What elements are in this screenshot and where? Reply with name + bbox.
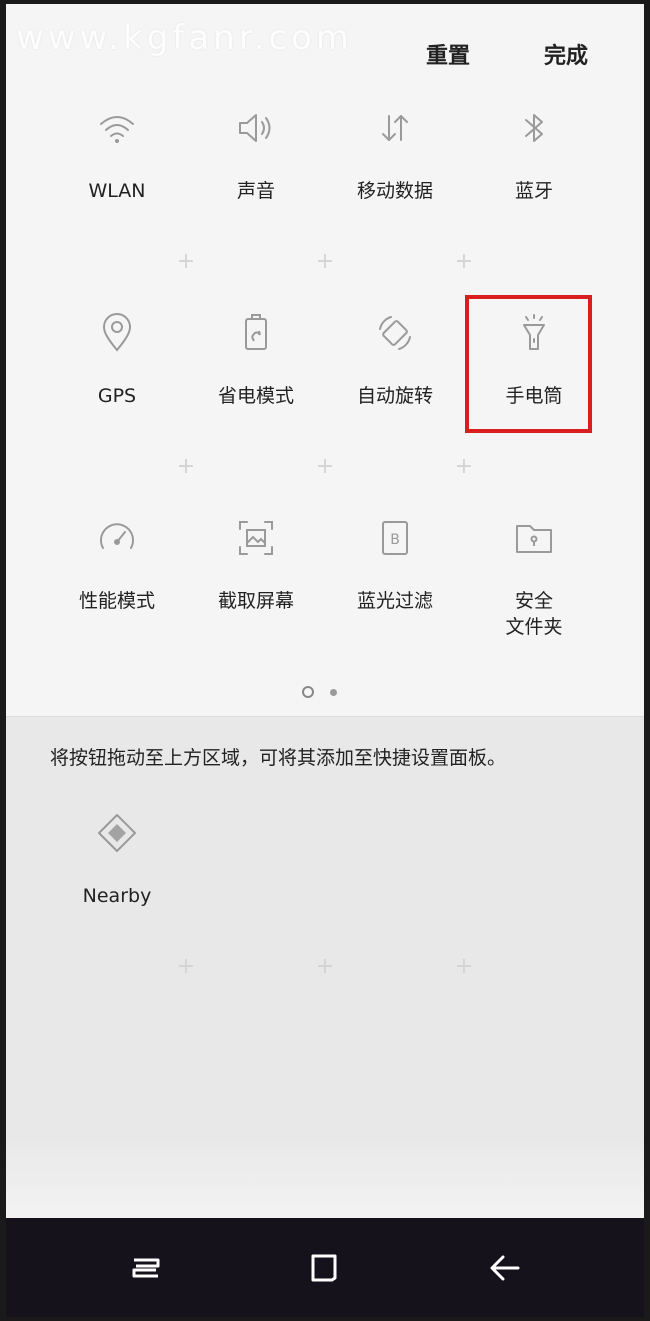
plus-marker: +: [176, 954, 196, 979]
tile-label: 自动旋转: [356, 385, 433, 407]
plus-marker: +: [454, 954, 474, 979]
svg-text:B: B: [390, 532, 400, 548]
reset-button[interactable]: 重置: [426, 38, 470, 70]
tile-wlan[interactable]: WLAN: [52, 104, 182, 204]
tile-label: 蓝光过滤: [356, 590, 433, 612]
available-buttons-drawer: 将按钮拖动至上方区域，可将其添加至快捷设置面板。 Nearby + + +: [6, 716, 644, 1227]
tile-label: 省电模式: [217, 385, 294, 407]
tile-bluetooth[interactable]: 蓝牙: [469, 104, 599, 204]
tile-screenshot[interactable]: 截取屏幕: [191, 514, 321, 614]
bluetooth-icon: [525, 114, 543, 142]
tile-nearby[interactable]: Nearby: [52, 809, 182, 909]
page-dot-current: [302, 686, 314, 698]
tile-label: 移动数据: [356, 180, 433, 202]
tile-gps[interactable]: GPS: [52, 309, 182, 409]
home-icon[interactable]: [304, 1248, 344, 1288]
tile-label: 性能模式: [78, 590, 155, 612]
flashlight-highlight-frame: [465, 295, 592, 433]
plus-marker: +: [315, 954, 335, 979]
page-dot: [330, 689, 337, 696]
auto-rotate-icon: [379, 316, 411, 350]
volume-icon: [239, 114, 271, 142]
tile-label: GPS: [97, 385, 137, 407]
tile-label: 安全 文件夹: [505, 590, 563, 638]
tile-label: WLAN: [88, 180, 146, 202]
tile-label: Nearby: [82, 885, 152, 907]
plus-marker: +: [315, 249, 335, 274]
tile-label: 蓝牙: [514, 180, 553, 202]
tile-label: 截取屏幕: [217, 590, 294, 612]
tile-blue-light-filter[interactable]: B 蓝光过滤: [330, 514, 460, 614]
nearby-icon: [98, 814, 136, 852]
wifi-icon: [100, 116, 134, 143]
mobile-data-icon: [382, 115, 408, 141]
tile-sound[interactable]: 声音: [191, 104, 321, 204]
done-button[interactable]: 完成: [544, 38, 588, 70]
plus-marker: +: [315, 454, 335, 479]
plus-marker: +: [454, 454, 474, 479]
location-pin-icon: [102, 313, 132, 352]
navigation-bar: [6, 1218, 644, 1317]
drawer-fade: [6, 1137, 644, 1227]
back-icon[interactable]: [484, 1248, 524, 1288]
battery-saver-icon: [245, 314, 267, 350]
plus-marker: +: [176, 454, 196, 479]
tile-performance-mode[interactable]: 性能模式: [52, 514, 182, 614]
drag-instruction: 将按钮拖动至上方区域，可将其添加至快捷设置面板。: [50, 747, 507, 769]
recent-apps-icon[interactable]: [126, 1248, 166, 1288]
speedometer-icon: [100, 523, 134, 549]
secure-folder-icon: [516, 525, 552, 553]
tile-secure-folder[interactable]: 安全 文件夹: [469, 514, 599, 640]
tile-auto-rotate[interactable]: 自动旋转: [330, 309, 460, 409]
tile-mobile-data[interactable]: 移动数据: [330, 104, 460, 204]
blue-light-filter-icon: B: [382, 521, 408, 555]
tile-power-saving[interactable]: 省电模式: [191, 309, 321, 409]
plus-marker: +: [176, 249, 196, 274]
quick-settings-editor: www.kgfanr.com 重置 完成 WLAN 声音 移动数据 蓝牙 + +…: [6, 4, 644, 1317]
tile-label: 声音: [236, 180, 275, 202]
screenshot-icon: [239, 521, 273, 555]
watermark: www.kgfanr.com: [16, 18, 354, 58]
plus-marker: +: [454, 249, 474, 274]
